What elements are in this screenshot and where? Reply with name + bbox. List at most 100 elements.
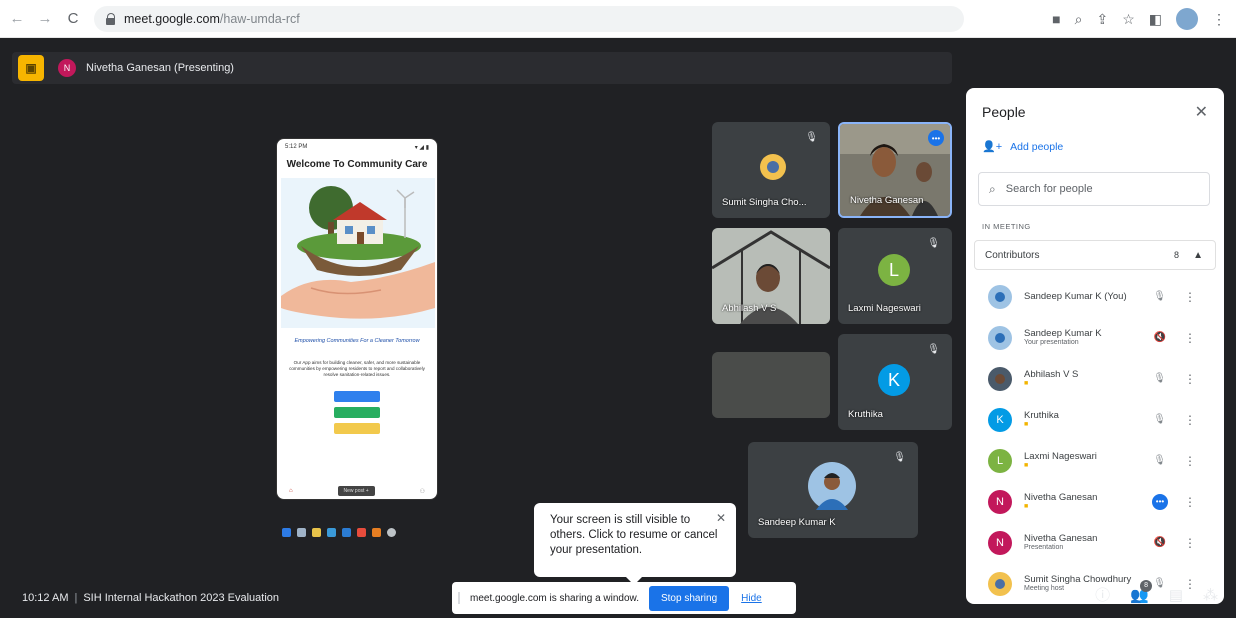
chevron-up-icon[interactable]: ▲ [1193,250,1203,261]
profile-avatar[interactable] [1176,8,1198,30]
panel-title: People [982,104,1026,120]
misc-taskbar-icon [387,528,396,537]
muted-mic-icon: 🎙 [927,344,940,355]
people-count-badge: 8 [1140,579,1153,592]
participant-avatar: K [988,407,1012,432]
volume-off-icon[interactable]: 🔇 [1154,537,1166,548]
more-options-icon[interactable]: ⋮ [1184,454,1196,468]
app-button-3[interactable] [334,422,380,434]
contributors-group[interactable]: Contributors 8 ▲ [974,240,1216,270]
tile-nivetha[interactable]: ••• Nivetha Ganesan [838,122,952,218]
more-options-icon[interactable]: ⋮ [1184,413,1196,427]
people-panel: People ✕ 👤+ Add people ⌕ Search for peop… [966,88,1224,604]
start-icon [282,528,291,537]
home-icon[interactable]: ⌂ [289,488,293,494]
participant-name: Laxmi Nageswari [1024,450,1097,462]
sandeep-avatar [808,462,856,510]
hide-link[interactable]: Hide [741,593,762,604]
drag-handle-icon[interactable] [458,592,464,604]
tile-laxmi[interactable]: 🎙 L Laxmi Nageswari [838,228,952,324]
share-icon[interactable]: ⇪ [1096,11,1108,28]
tile-name: Sumit Singha Cho... [722,197,807,208]
participant-row[interactable]: L Laxmi Nageswari ■ 🎙 ⋮ [966,440,1224,481]
url-path: /haw-umda-rcf [219,11,300,26]
meeting-controls: ⓘ 👥 8 ▤ ⁂ [1095,579,1218,605]
app-buttons [277,390,437,434]
reload-icon[interactable]: C [62,8,84,30]
vscode-icon [342,528,351,537]
tile-kruthika[interactable]: 🎙 K Kruthika [838,334,952,430]
more-options-icon[interactable]: ⋮ [1184,536,1196,550]
participant-row[interactable]: K Kruthika ■ 🎙 ⋮ [966,399,1224,440]
tile-sandeep[interactable]: 🎙 Sandeep Kumar K [748,442,918,538]
close-icon[interactable]: ✕ [716,511,726,527]
people-search-input[interactable]: ⌕ Search for people [978,172,1210,206]
tile-sumit[interactable]: 🎙 Sumit Singha Cho... [712,122,830,218]
section-label: IN MEETING [982,222,1031,231]
more-options-icon[interactable]: ⋮ [1184,372,1196,386]
muted-mic-icon: 🎙 [927,238,940,249]
participant-avatar: N [988,530,1012,555]
hero-illustration [281,178,435,328]
back-icon[interactable]: ← [6,8,28,30]
add-person-icon: 👤+ [982,141,1003,153]
mic-off-icon[interactable]: 🎙 [1153,414,1166,425]
speaking-indicator-icon: ••• [1152,493,1168,510]
muted-mic-icon: 🎙 [805,132,818,143]
stop-sharing-button[interactable]: Stop sharing [648,585,730,611]
address-bar[interactable]: meet.google.com/haw-umda-rcf [94,5,964,32]
sidepanel-icon[interactable]: ◧ [1149,11,1162,28]
phone-status-icons: ▾ ◢ ▮ [414,144,429,151]
presenter-avatar: N [58,59,76,77]
presenter-chip: N Nivetha Ganesan (Presenting) [58,59,234,77]
mic-off-icon[interactable]: 🎙 [1153,291,1166,302]
tile-name: Sandeep Kumar K [758,517,836,528]
chat-icon[interactable]: ▤ [1169,586,1183,604]
app-button-1[interactable] [334,390,380,402]
files-icon [312,528,321,537]
lock-icon [106,12,116,25]
info-icon[interactable]: ⓘ [1095,584,1110,605]
group-label: Contributors [985,249,1040,261]
tile-blank[interactable] [712,352,830,418]
camera-icon[interactable]: ■ [1052,11,1060,27]
mic-off-icon[interactable]: 🎙 [1153,455,1166,466]
participant-name: Nivetha Ganesan [1024,532,1098,544]
app-button-2[interactable] [334,406,380,418]
participant-row[interactable]: Abhilash V S ■ 🎙 ⋮ [966,358,1224,399]
forward-icon[interactable]: → [34,8,56,30]
volume-off-icon[interactable]: 🔇 [1154,332,1166,343]
app-taskbar-icon [372,528,381,537]
meeting-details: 10:12 AM | SIH Internal Hackathon 2023 Eva… [22,592,279,604]
close-icon[interactable]: ✕ [1195,102,1208,122]
tile-name: Laxmi Nageswari [848,303,921,314]
house-in-hand-illustration [281,178,435,328]
phone-nav-pill[interactable]: New post + [337,486,375,496]
participant-avatar [988,366,1012,391]
sandeep-avatar-photo [816,473,848,510]
participant-row[interactable]: Sandeep Kumar K (You) 🎙 ⋮ [966,276,1224,317]
speaking-indicator-icon: ••• [928,130,944,146]
bookmark-star-icon[interactable]: ☆ [1122,11,1135,28]
zoom-icon[interactable]: ⌕ [1075,11,1083,28]
add-people-button[interactable]: 👤+ Add people [982,140,1063,154]
presenting-strip: ▣ N Nivetha Ganesan (Presenting) [12,52,952,84]
mic-off-icon[interactable]: 🎙 [1153,373,1166,384]
tile-name: Nivetha Ganesan [850,195,924,206]
participant-list: Sandeep Kumar K (You) 🎙 ⋮ Sandeep Kumar … [966,276,1224,604]
screen-visible-popup[interactable]: Your screen is still visible to others. … [534,503,736,585]
participant-row[interactable]: Sandeep Kumar K Your presentation 🔇 ⋮ [966,317,1224,358]
app-tagline: Empowering Communities For a Cleaner Tom… [294,338,420,344]
tile-abhilash[interactable]: Abhilash V S [712,228,830,324]
profile-icon[interactable]: ⚇ [420,488,425,495]
present-screen-icon[interactable]: ▣ [18,55,44,81]
more-options-icon[interactable]: ⋮ [1184,495,1196,509]
menu-kebab-icon[interactable]: ⋮ [1212,11,1226,28]
participant-sub: Your presentation [1024,339,1079,346]
activities-icon[interactable]: ⁂ [1203,586,1218,604]
participant-row[interactable]: N Nivetha Ganesan Presentation 🔇 ⋮ [966,522,1224,563]
participant-row[interactable]: N Nivetha Ganesan ■ ••• ⋮ [966,481,1224,522]
more-options-icon[interactable]: ⋮ [1184,331,1196,345]
more-options-icon[interactable]: ⋮ [1184,290,1196,304]
people-icon[interactable]: 👥 8 [1130,579,1153,604]
